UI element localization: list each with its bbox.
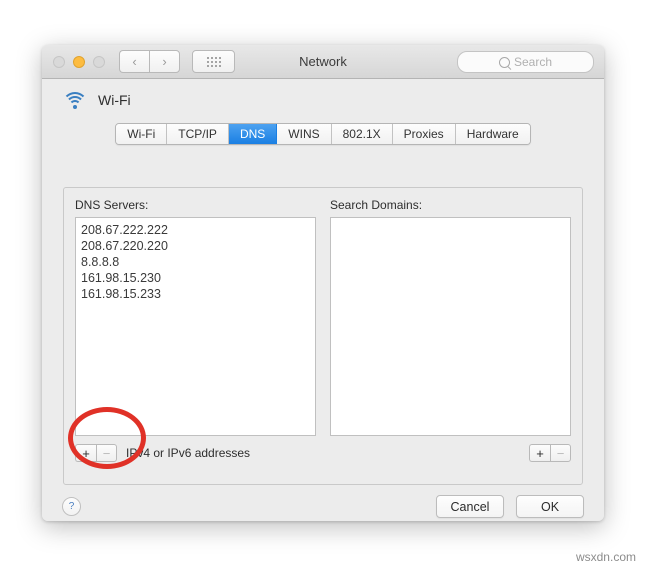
wifi-icon [62, 91, 88, 109]
dns-servers-column: DNS Servers: 208.67.222.222 208.67.220.2… [75, 198, 316, 436]
list-item[interactable]: 161.98.15.230 [76, 270, 315, 286]
tab-proxies[interactable]: Proxies [392, 124, 456, 144]
minimize-window-button[interactable] [73, 55, 85, 68]
list-item[interactable]: 8.8.8.8 [76, 254, 315, 270]
dns-servers-label: DNS Servers: [75, 198, 149, 212]
search-icon [498, 56, 510, 68]
address-format-hint: IPv4 or IPv6 addresses [126, 446, 251, 460]
remove-search-domain-button[interactable]: − [550, 444, 571, 462]
close-window-button[interactable] [53, 55, 65, 68]
tab-hardware[interactable]: Hardware [455, 124, 530, 144]
add-dns-server-button[interactable]: + [75, 444, 96, 462]
dns-servers-list[interactable]: 208.67.222.222 208.67.220.220 8.8.8.8 16… [75, 217, 316, 436]
zoom-window-button[interactable] [93, 55, 105, 68]
search-input[interactable]: Search [457, 51, 594, 73]
panel-button-rows: + − IPv4 or IPv6 addresses + − [64, 436, 582, 462]
tab-dns[interactable]: DNS [228, 124, 278, 144]
add-search-domain-button[interactable]: + [529, 444, 550, 462]
search-domain-add-remove-buttons: + − [529, 444, 571, 462]
traffic-light-group [53, 55, 105, 68]
grid-dots [206, 56, 221, 67]
navigation-buttons: ‹ › [119, 50, 180, 73]
panel-columns: DNS Servers: 208.67.222.222 208.67.220.2… [64, 188, 582, 436]
tab-wifi[interactable]: Wi-Fi [116, 124, 168, 144]
list-item[interactable]: 208.67.222.222 [76, 222, 315, 238]
list-item[interactable]: 161.98.15.233 [76, 286, 315, 302]
service-header: Wi-Fi [42, 79, 604, 109]
list-item[interactable]: 208.67.220.220 [76, 238, 315, 254]
search-domains-list[interactable] [330, 217, 571, 436]
search-domains-column: Search Domains: [330, 198, 571, 436]
cancel-button[interactable]: Cancel [436, 495, 504, 518]
ok-button[interactable]: OK [516, 495, 584, 518]
network-preferences-window: ‹ › Network Search Wi-Fi Wi-Fi TCP/IP DN… [42, 45, 604, 521]
search-domains-label: Search Domains: [330, 198, 423, 212]
tab-8021x[interactable]: 802.1X [331, 124, 393, 144]
dns-add-remove-buttons: + − [75, 444, 117, 462]
back-arrow-icon[interactable]: ‹ [119, 50, 149, 73]
tab-wins[interactable]: WINS [277, 124, 332, 144]
window-titlebar: ‹ › Network Search [42, 45, 604, 79]
window-body: Wi-Fi Wi-Fi TCP/IP DNS WINS 802.1X Proxi… [42, 79, 604, 521]
service-name-label: Wi-Fi [98, 92, 131, 108]
search-placeholder: Search [513, 55, 553, 69]
remove-dns-server-button[interactable]: − [96, 444, 117, 462]
dns-settings-panel: DNS Servers: 208.67.222.222 208.67.220.2… [63, 187, 583, 485]
tab-tcpip[interactable]: TCP/IP [167, 124, 229, 144]
tab-bar: Wi-Fi TCP/IP DNS WINS 802.1X Proxies Har… [42, 123, 604, 145]
help-button[interactable]: ? [62, 497, 81, 516]
tab-group: Wi-Fi TCP/IP DNS WINS 802.1X Proxies Har… [115, 123, 531, 145]
forward-arrow-icon[interactable]: › [149, 50, 180, 73]
watermark: wsxdn.com [575, 550, 636, 564]
dialog-footer: ? Cancel OK [42, 491, 604, 521]
show-all-grid-icon[interactable] [192, 50, 235, 73]
